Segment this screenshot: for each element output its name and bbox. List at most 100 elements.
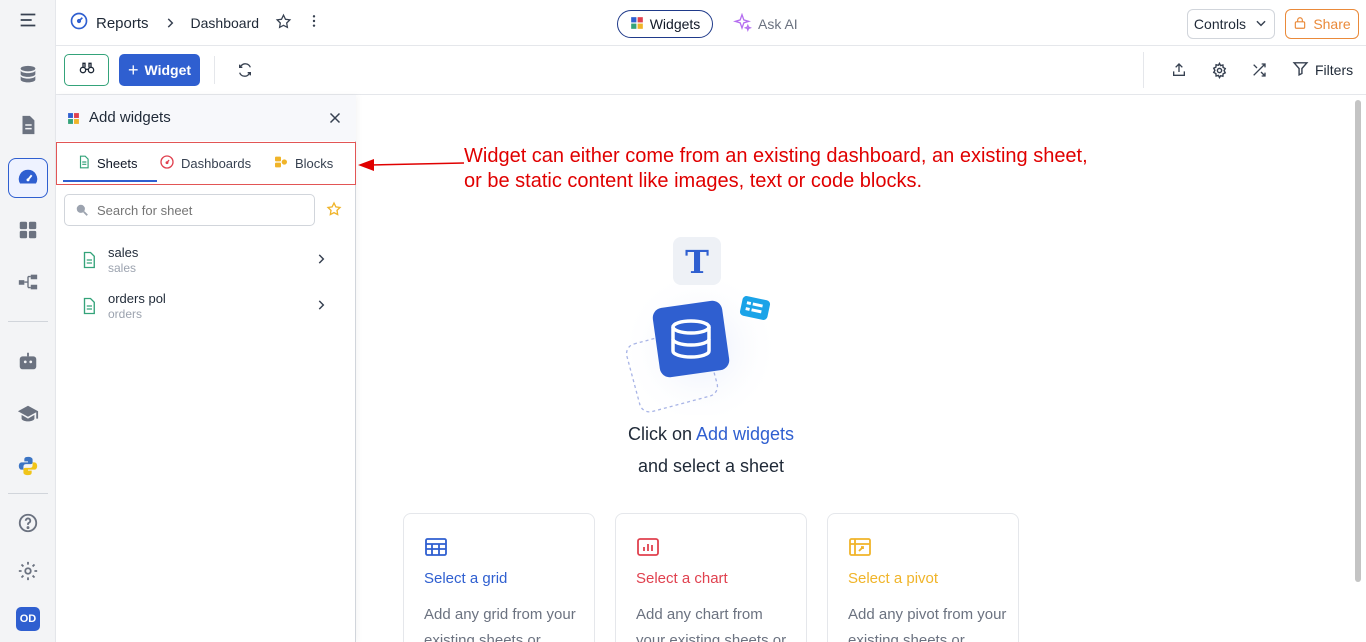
bot-icon[interactable]	[8, 341, 48, 381]
add-widgets-panel: Add widgets Sheets Dashboards Blocks Sea…	[56, 95, 356, 642]
card-title: Select a pivot	[848, 570, 939, 587]
empty-state-line-1: Click on Add widgets	[0, 424, 1366, 445]
tab-dashboards-label: Dashboards	[181, 155, 252, 171]
active-tab-indicator	[63, 180, 157, 182]
top-bar: Reports Dashboard Widgets Ask AI Control…	[56, 0, 1366, 46]
empty-state-line-2: and select a sheet	[637, 456, 785, 476]
left-rail: OD	[0, 0, 56, 642]
search-icon	[75, 203, 89, 217]
widgets-mode-button[interactable]: Widgets	[617, 10, 713, 38]
chevron-right-icon	[314, 251, 328, 267]
card-description: Add any grid from your existing sheets o…	[424, 606, 576, 642]
dashboard-icon[interactable]	[8, 158, 48, 198]
tab-sheets-label: Sheets	[97, 155, 138, 171]
list-item[interactable]: orders pol orders	[76, 287, 336, 327]
card-title: Select a grid	[424, 570, 508, 587]
document-icon[interactable]	[8, 105, 48, 145]
more-vertical-icon[interactable]	[306, 13, 322, 33]
select-pivot-card[interactable]: Select a pivot Add any pivot from your e…	[827, 513, 1019, 642]
toolbar-divider	[214, 56, 215, 84]
reports-icon	[69, 11, 89, 35]
export-icon[interactable]	[1167, 58, 1191, 82]
annotation-arrow	[358, 159, 465, 171]
sheet-subtitle: sales	[108, 261, 137, 275]
panel-header: Add widgets	[56, 95, 356, 141]
toolbar-divider	[1143, 52, 1144, 88]
tab-blocks-label: Blocks	[295, 155, 334, 171]
sheet-icon	[77, 154, 91, 173]
empty-state-prefix: Click on	[627, 424, 696, 444]
annotation-text: Widget can either come from an existing …	[464, 144, 1154, 194]
settings-icon[interactable]	[1207, 58, 1231, 82]
widgets-label: Widgets	[649, 16, 701, 32]
controls-label: Controls	[1193, 16, 1247, 32]
favorite-star-icon[interactable]	[326, 201, 344, 219]
controls-dropdown[interactable]: Controls	[1187, 9, 1275, 39]
scrollbar[interactable]	[1355, 100, 1361, 582]
chevron-right-icon	[314, 297, 328, 313]
avatar[interactable]: OD	[16, 607, 40, 631]
sheet-icon	[80, 295, 98, 317]
add-widget-button[interactable]: + Widget	[119, 54, 200, 86]
plus-icon: +	[127, 60, 139, 80]
add-widget-label: Widget	[144, 62, 192, 78]
database-icon[interactable]	[8, 55, 48, 95]
shuffle-icon[interactable]	[1247, 58, 1271, 82]
widgets-icon	[67, 112, 80, 125]
pivot-table-icon	[848, 536, 872, 558]
binoculars-icon	[79, 60, 95, 81]
sheet-name: orders pol	[108, 291, 166, 306]
sheet-subtitle: orders	[108, 307, 143, 321]
lock-icon	[1293, 16, 1307, 33]
menu-icon[interactable]	[8, 0, 48, 40]
annotation-line-1: Widget can either come from an existing …	[464, 145, 1088, 167]
toolbar: + Widget Filters	[56, 46, 1366, 95]
help-icon[interactable]	[8, 503, 48, 543]
search-input[interactable]	[97, 202, 297, 218]
card-title: Select a chart	[636, 570, 728, 587]
add-widgets-link[interactable]: Add widgets	[696, 424, 794, 444]
ask-ai-button[interactable]: Ask AI	[732, 10, 798, 38]
share-label: Share	[1313, 16, 1351, 32]
share-button[interactable]: Share	[1285, 9, 1359, 39]
star-outline-icon[interactable]	[275, 13, 292, 34]
annotation-line-2: or be static content like images, text o…	[464, 170, 922, 192]
bar-chart-icon	[636, 536, 660, 558]
flow-icon[interactable]	[8, 262, 48, 302]
sparkle-icon	[732, 12, 753, 36]
chevron-right-icon	[163, 16, 177, 30]
blocks-icon	[273, 154, 289, 173]
refresh-icon[interactable]	[233, 58, 257, 82]
card-description: Add any pivot from your existing sheets …	[848, 606, 1007, 642]
explore-button[interactable]	[64, 54, 109, 86]
dashboard-icon	[159, 154, 175, 173]
tab-blocks[interactable]: Blocks	[273, 143, 333, 183]
widgets-icon	[630, 16, 644, 33]
source-tabs: Sheets Dashboards Blocks	[56, 142, 356, 185]
chevron-down-icon	[1254, 16, 1268, 33]
list-item[interactable]: sales sales	[76, 241, 336, 281]
grid-table-icon	[424, 536, 448, 558]
sheet-name: sales	[108, 245, 139, 260]
select-grid-card[interactable]: Select a grid Add any grid from your exi…	[403, 513, 595, 642]
filters-label: Filters	[1315, 62, 1354, 78]
close-icon[interactable]	[326, 109, 344, 127]
card-description: Add any chart from your existing sheets …	[636, 606, 787, 642]
breadcrumb: Reports Dashboard	[69, 0, 322, 46]
sheet-icon	[80, 249, 98, 271]
breadcrumb-reports[interactable]: Reports	[96, 15, 149, 32]
tab-sheets[interactable]: Sheets	[77, 143, 137, 183]
rail-divider	[8, 493, 48, 494]
rail-divider	[8, 321, 48, 322]
ask-ai-label: Ask AI	[758, 16, 798, 32]
text-block-letter: T	[685, 243, 709, 281]
filters-button[interactable]: Filters	[1292, 58, 1353, 82]
grid-icon[interactable]	[8, 210, 48, 250]
breadcrumb-dashboard: Dashboard	[190, 15, 260, 31]
empty-state-illustration: T	[620, 237, 780, 415]
filter-icon	[1292, 60, 1309, 80]
tab-dashboards[interactable]: Dashboards	[159, 143, 251, 183]
sheet-search	[64, 194, 315, 226]
gear-icon[interactable]	[8, 551, 48, 591]
select-chart-card[interactable]: Select a chart Add any chart from your e…	[615, 513, 807, 642]
